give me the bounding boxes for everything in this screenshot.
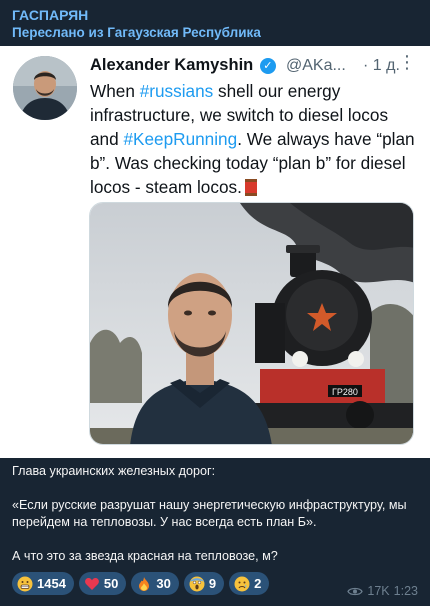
tweet-author-name[interactable]: Alexander Kamyshin ✓	[90, 56, 276, 75]
tweet-photo[interactable]: ГР280	[89, 202, 414, 445]
reaction-count: 2	[254, 576, 262, 591]
tweet-text: When #russians shell our energy infrastr…	[90, 81, 415, 197]
reaction-scream[interactable]: 9	[183, 572, 225, 595]
reaction-count: 30	[156, 576, 171, 591]
reaction-grimace[interactable]: 1454	[12, 572, 74, 595]
reaction-heart[interactable]: 50	[78, 572, 127, 595]
caption-line-3: А что это за звезда красная на тепловозе…	[12, 549, 278, 563]
message-bubble: ГАСПАРЯН Переслано из Гагаузская Республ…	[0, 0, 430, 606]
caption-line-1: Глава украинских железных дорог:	[12, 464, 216, 478]
eye-icon	[347, 587, 364, 595]
reaction-count: 50	[103, 576, 119, 591]
avatar	[13, 56, 77, 120]
tweet-handle[interactable]: @AKa...	[286, 57, 346, 75]
forwarded-from[interactable]: Переслано из Гагаузская Республика	[12, 24, 418, 42]
channel-name[interactable]: ГАСПАРЯН	[12, 6, 418, 24]
reactions-bar: 1454 50 30 9 2	[12, 572, 270, 595]
message-meta: 17K 1:23	[347, 584, 418, 598]
hashtag-russians[interactable]: #russians	[140, 81, 214, 101]
message-text: Глава украинских железных дорог: «Если р…	[12, 463, 422, 582]
message-time: 1:23	[393, 584, 418, 598]
thread-spool-emoji-icon	[244, 179, 257, 196]
hashtag-keeprunning[interactable]: #KeepRunning	[123, 129, 237, 149]
locomotive-plate: ГР280	[332, 387, 358, 397]
fire-emoji-icon	[139, 576, 150, 591]
verified-badge-icon: ✓	[259, 58, 276, 74]
tweet-screenshot[interactable]: Alexander Kamyshin ✓ @AKa... · 1 д. ⋮ Wh…	[0, 46, 430, 458]
scream-emoji-icon	[189, 576, 205, 591]
sad-emoji-icon	[234, 576, 250, 591]
views-count: 17K	[367, 584, 390, 598]
grimace-emoji-icon	[17, 576, 33, 591]
reaction-sad[interactable]: 2	[229, 572, 270, 595]
heart-emoji-icon	[85, 577, 99, 590]
caption-line-2: «Если русские разрушат нашу энергетическ…	[12, 498, 407, 529]
message-header: ГАСПАРЯН Переслано из Гагаузская Республ…	[12, 6, 418, 42]
reaction-count: 9	[208, 576, 217, 591]
reaction-fire[interactable]: 30	[131, 572, 179, 595]
reaction-count: 1454	[37, 576, 66, 591]
more-dots-icon[interactable]: ⋮	[398, 52, 417, 73]
tweet-time: · 1 д.	[363, 57, 400, 74]
